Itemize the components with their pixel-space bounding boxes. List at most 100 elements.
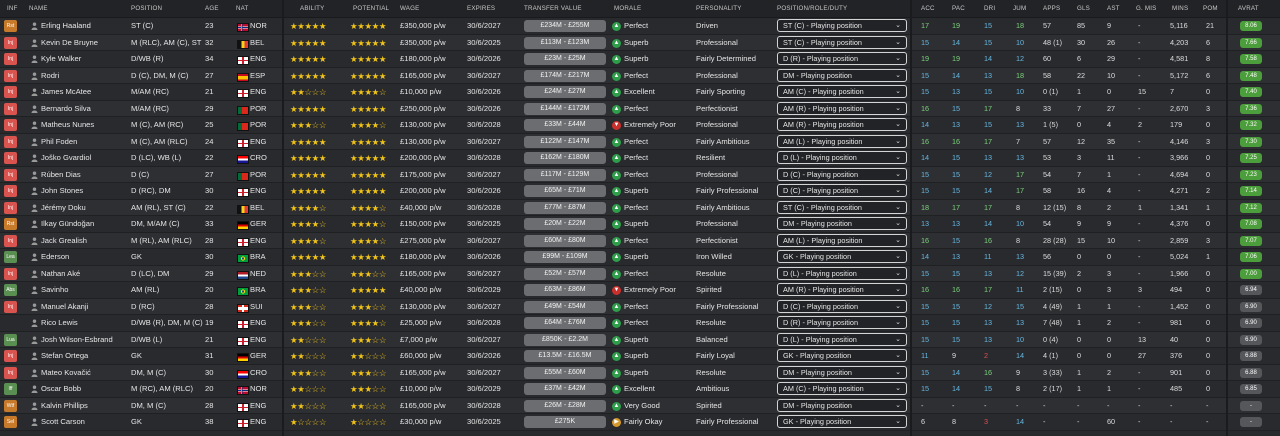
- col-jum[interactable]: JUM: [1013, 5, 1026, 12]
- info-badge[interactable]: Inj: [4, 366, 17, 379]
- info-badge[interactable]: Rst: [4, 218, 17, 230]
- table-row[interactable]: Inj Kevin De Bruyne M (RLC), AM (C), ST 32 B…: [0, 34, 1280, 51]
- table-row[interactable]: Inj Rodri D (C), DM, M (C) 27 ESP ★★★★★ ★★★★★ £…: [0, 67, 1280, 84]
- col-ast[interactable]: AST: [1107, 5, 1120, 12]
- role-dropdown[interactable]: D (L) - Playing position ⌄: [777, 151, 907, 164]
- player-name[interactable]: Savinho: [41, 282, 126, 298]
- role-dropdown[interactable]: AM (L) - Playing position ⌄: [777, 233, 907, 247]
- info-badge[interactable]: Inj: [4, 350, 17, 362]
- info-badge[interactable]: Inj: [4, 201, 17, 214]
- col-expires[interactable]: EXPIRES: [467, 5, 495, 12]
- col-gmis[interactable]: G. MIS: [1136, 5, 1156, 12]
- player-name[interactable]: John Stones: [41, 183, 126, 199]
- role-dropdown[interactable]: AM (R) - Playing position ⌄: [777, 283, 907, 296]
- player-name[interactable]: Kevin De Bruyne: [41, 35, 126, 51]
- role-dropdown[interactable]: ST (C) - Playing position ⌄: [777, 35, 907, 49]
- col-avrat[interactable]: AVRAT: [1238, 5, 1259, 12]
- player-name[interactable]: Kyle Walker: [41, 51, 126, 67]
- col-potential[interactable]: POTENTIAL: [353, 5, 389, 12]
- table-row[interactable]: Rst Ilkay Gündoğan DM, M/AM (C) 33 GER ★★★★☆ ★…: [0, 216, 1280, 233]
- table-row[interactable]: Inj Mateo Kovačić DM, M (C) 30 CRO ★★★☆☆ ★★★☆☆…: [0, 364, 1280, 381]
- player-name[interactable]: Oscar Bobb: [41, 381, 126, 397]
- col-inf[interactable]: INF: [7, 5, 18, 12]
- col-age[interactable]: AGE: [205, 5, 219, 12]
- table-row[interactable]: Inj Nathan Aké D (LC), DM 29 NED ★★★☆☆ ★★★☆☆ £1…: [0, 265, 1280, 282]
- col-name[interactable]: NAME: [29, 5, 48, 12]
- role-dropdown[interactable]: ST (C) - Playing position ⌄: [777, 19, 907, 32]
- info-badge[interactable]: Inj: [4, 102, 17, 115]
- role-dropdown[interactable]: D (C) - Playing position ⌄: [777, 167, 907, 181]
- table-row[interactable]: Rst Erling Haaland ST (C) 23 NOR ★★★★★ ★★★★★ £3…: [0, 18, 1280, 35]
- player-name[interactable]: Phil Foden: [41, 134, 126, 150]
- info-badge[interactable]: Inj: [4, 36, 17, 49]
- role-dropdown[interactable]: AM (L) - Playing position ⌄: [777, 134, 907, 148]
- col-ability[interactable]: ABILITY: [300, 5, 324, 12]
- col-position[interactable]: POSITION: [131, 5, 162, 12]
- col-pac[interactable]: PAC: [952, 5, 965, 12]
- info-badge[interactable]: Rst: [4, 20, 17, 32]
- role-dropdown[interactable]: GK - Playing position ⌄: [777, 349, 907, 362]
- role-dropdown[interactable]: ST (C) - Playing position ⌄: [777, 200, 907, 214]
- player-name[interactable]: Ederson: [41, 249, 126, 265]
- table-row[interactable]: Inj Kyle Walker D/WB (R) 34 ENG ★★★★★ ★★★★★ £18…: [0, 51, 1280, 68]
- role-dropdown[interactable]: AM (C) - Playing position ⌄: [777, 382, 907, 395]
- info-badge[interactable]: Inj: [4, 152, 17, 164]
- table-row[interactable]: Inj Manuel Akanji D (RC) 28 SUI ★★★☆☆ ★★★☆☆ £13…: [0, 298, 1280, 315]
- table-row[interactable]: Iff Oscar Bobb M (RC), AM (RLC) 20 NOR ★★☆☆☆ ★…: [0, 381, 1280, 398]
- role-dropdown[interactable]: AM (R) - Playing position ⌄: [777, 118, 907, 131]
- player-name[interactable]: Ilkay Gündoğan: [41, 216, 126, 232]
- role-dropdown[interactable]: D (L) - Playing position ⌄: [777, 266, 907, 280]
- info-badge[interactable]: Inj: [4, 300, 17, 313]
- role-dropdown[interactable]: DM - Playing position ⌄: [777, 68, 907, 82]
- player-name[interactable]: Scott Carson: [41, 414, 126, 430]
- table-row[interactable]: Inj Jérémy Doku AM (RL), ST (C) 22 BEL ★★★★☆ ★…: [0, 199, 1280, 216]
- role-dropdown[interactable]: AM (C) - Playing position ⌄: [777, 85, 907, 98]
- info-badge[interactable]: Inj: [4, 185, 17, 197]
- col-nat[interactable]: NAT: [236, 5, 249, 12]
- player-name[interactable]: Mateo Kovačić: [41, 365, 126, 381]
- col-morale[interactable]: MORALE: [614, 5, 641, 12]
- role-dropdown[interactable]: D (R) - Playing position ⌄: [777, 52, 907, 65]
- info-badge[interactable]: Inj: [4, 69, 17, 82]
- col-pom[interactable]: POM: [1203, 5, 1218, 12]
- info-badge[interactable]: Lua: [4, 333, 17, 346]
- role-dropdown[interactable]: DM - Playing position ⌄: [777, 398, 907, 412]
- role-dropdown[interactable]: GK - Playing position ⌄: [777, 250, 907, 263]
- col-wage[interactable]: WAGE: [400, 5, 419, 12]
- info-badge[interactable]: Iff: [4, 383, 17, 395]
- table-row[interactable]: Inj Bernardo Silva M/AM (RC) 29 POR ★★★★★ ★★★★…: [0, 100, 1280, 117]
- info-badge[interactable]: Sel: [4, 416, 17, 428]
- player-name[interactable]: Erling Haaland: [41, 18, 126, 34]
- table-row[interactable]: Wtf Kalvin Phillips DM, M (C) 28 ENG ★★☆☆☆ ★★☆…: [0, 397, 1280, 414]
- player-name[interactable]: Manuel Akanji: [41, 299, 126, 315]
- col-apps[interactable]: APPS: [1043, 5, 1060, 12]
- col-gls[interactable]: GLS: [1077, 5, 1090, 12]
- info-badge[interactable]: [4, 317, 17, 329]
- role-dropdown[interactable]: D (L) - Playing position ⌄: [777, 332, 907, 346]
- table-row[interactable]: Inj Jack Grealish M (RL), AM (RLC) 28 ENG ★★★…: [0, 232, 1280, 249]
- table-row[interactable]: Inj John Stones D (RC), DM 30 ENG ★★★★★ ★★★★★ £…: [0, 183, 1280, 200]
- col-dri[interactable]: DRI: [984, 5, 995, 12]
- table-row[interactable]: Sel Scott Carson GK 38 ENG ★☆☆☆☆ ★☆☆☆☆ £30,000 …: [0, 414, 1280, 431]
- info-badge[interactable]: Inj: [4, 53, 17, 65]
- table-row[interactable]: Inj Stefan Ortega GK 31 GER ★★☆☆☆ ★★☆☆☆ £60,000…: [0, 348, 1280, 365]
- player-name[interactable]: Jack Grealish: [41, 233, 126, 249]
- info-badge[interactable]: Inj: [4, 119, 17, 131]
- role-dropdown[interactable]: GK - Playing position ⌄: [777, 415, 907, 428]
- role-dropdown[interactable]: DM - Playing position ⌄: [777, 217, 907, 230]
- role-dropdown[interactable]: DM - Playing position ⌄: [777, 365, 907, 379]
- table-row[interactable]: Lua Josh Wilson-Esbrand D/WB (L) 21 ENG ★★☆☆☆…: [0, 331, 1280, 348]
- role-dropdown[interactable]: AM (R) - Playing position ⌄: [777, 101, 907, 115]
- info-badge[interactable]: Abs: [4, 284, 17, 296]
- table-row[interactable]: Inj Joško Gvardiol D (LC), WB (L) 22 CRO ★★★★…: [0, 150, 1280, 167]
- col-acc[interactable]: ACC: [921, 5, 935, 12]
- player-name[interactable]: Kalvin Phillips: [41, 398, 126, 414]
- info-badge[interactable]: Inj: [4, 267, 17, 280]
- role-dropdown[interactable]: D (R) - Playing position ⌄: [777, 316, 907, 329]
- player-name[interactable]: Rodri: [41, 68, 126, 84]
- player-name[interactable]: Stefan Ortega: [41, 348, 126, 364]
- player-name[interactable]: Jérémy Doku: [41, 200, 126, 216]
- player-name[interactable]: Matheus Nunes: [41, 117, 126, 133]
- table-row[interactable]: Inj Matheus Nunes M (C), AM (RC) 25 POR ★★★☆☆…: [0, 117, 1280, 134]
- table-row[interactable]: Inj James McAtee M/AM (RC) 21 ENG ★★☆☆☆ ★★★★☆ £…: [0, 84, 1280, 101]
